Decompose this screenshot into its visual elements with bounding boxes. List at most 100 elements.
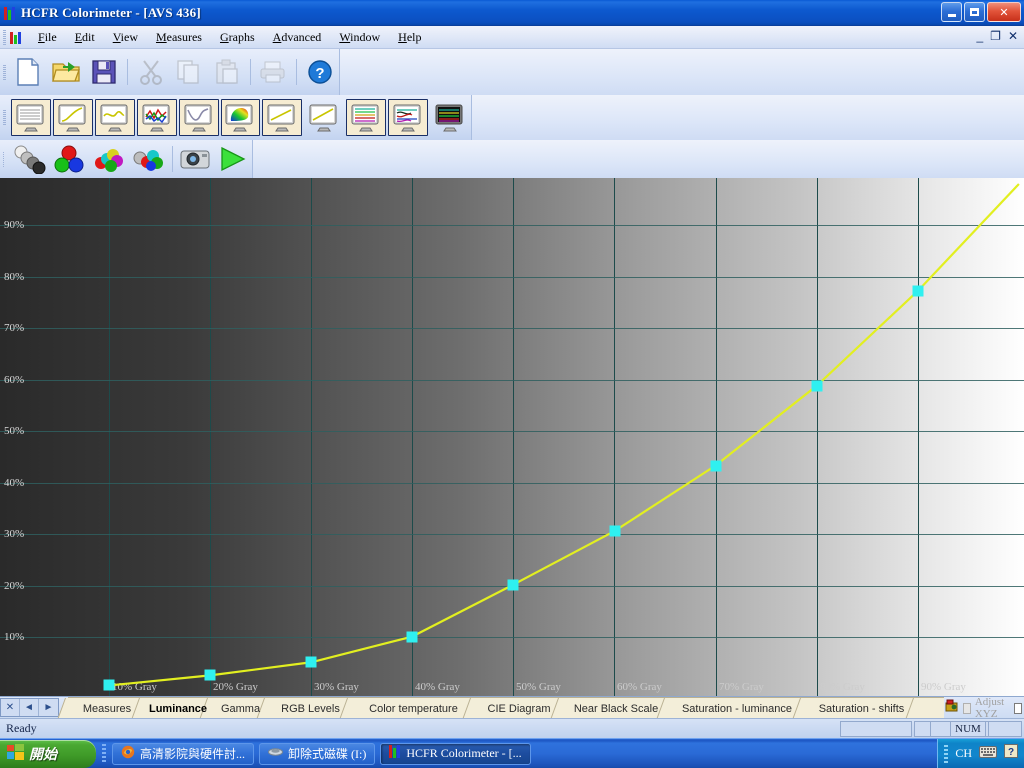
data-point-marker[interactable] bbox=[305, 656, 317, 668]
tab-saturation-shifts[interactable]: Saturation - shifts bbox=[803, 697, 916, 719]
graph-gamma-icon[interactable] bbox=[94, 99, 135, 136]
menu-grip[interactable] bbox=[3, 29, 6, 45]
close-button[interactable]: ✕ bbox=[987, 2, 1021, 22]
luminance-chart[interactable]: 90% 80% 70% 60% 50% 40% 30% 20% 10% 10% … bbox=[0, 178, 1024, 696]
keyboard-icon[interactable] bbox=[979, 745, 997, 763]
standard-toolbar: ? bbox=[0, 49, 1024, 95]
taskbar-item-hcfr[interactable]: HCFR Colorimeter - [... bbox=[380, 742, 531, 765]
window-controls: ✕ bbox=[941, 2, 1021, 22]
graphs-toolbar bbox=[0, 95, 1024, 140]
secondary-colors-icon[interactable] bbox=[90, 140, 126, 178]
menu-item-advanced[interactable]: Advanced bbox=[264, 28, 331, 47]
graph-saturation-luminance-icon[interactable] bbox=[304, 99, 344, 136]
start-button[interactable]: 開始 bbox=[0, 740, 96, 768]
reference-checkbox[interactable] bbox=[1014, 702, 1023, 714]
tab-label: CIE Diagram bbox=[487, 702, 551, 715]
sensor-icon[interactable] bbox=[944, 699, 959, 718]
graph-cie-diagram-icon[interactable] bbox=[220, 99, 261, 136]
help-icon[interactable]: ? bbox=[1004, 744, 1018, 763]
new-document-icon[interactable] bbox=[12, 53, 46, 91]
tab-color-temperature[interactable]: Color temperature bbox=[350, 697, 473, 719]
saturation-sweep-icon[interactable] bbox=[130, 140, 166, 178]
save-floppy-icon[interactable] bbox=[87, 53, 121, 91]
menu-label-graphs: raphs bbox=[228, 29, 255, 44]
mdi-minimize-button[interactable]: _ bbox=[976, 29, 983, 43]
menu-item-window[interactable]: Window bbox=[330, 28, 389, 47]
menu-bar: File Edit View Measures Graphs Advanced … bbox=[0, 26, 1024, 49]
camera-capture-icon[interactable] bbox=[178, 140, 212, 178]
primary-colors-icon[interactable] bbox=[52, 140, 86, 178]
window-title: HCFR Colorimeter - [AVS 436] bbox=[21, 4, 201, 20]
data-point-marker[interactable] bbox=[811, 380, 823, 392]
tab-prev-button[interactable]: ◄ bbox=[20, 699, 39, 716]
menu-item-file[interactable]: File bbox=[29, 28, 66, 47]
tab-measures[interactable]: Measures bbox=[68, 697, 142, 719]
menu-item-graphs[interactable]: Graphs bbox=[211, 28, 264, 47]
help-question-icon[interactable]: ? bbox=[303, 53, 337, 91]
measures-toolbar-grip[interactable] bbox=[3, 151, 4, 167]
graph-color-temperature-icon[interactable] bbox=[178, 99, 219, 136]
menu-item-help[interactable]: Help bbox=[389, 28, 430, 47]
tab-cie-diagram[interactable]: CIE Diagram bbox=[473, 697, 561, 719]
graph-tab-strip: ✕ ◄ ► Measures Luminance Gamma RGB Levels Co… bbox=[0, 696, 1024, 720]
open-folder-icon[interactable] bbox=[49, 53, 83, 91]
tab-saturation-luminance[interactable]: Saturation - luminance bbox=[667, 697, 803, 719]
graph-saturation-shifts-icon[interactable] bbox=[346, 99, 387, 136]
tab-label: Saturation - luminance bbox=[681, 702, 793, 715]
tab-near-black-scale[interactable]: Near Black Scale bbox=[561, 697, 667, 719]
tab-strip-end bbox=[916, 697, 944, 719]
data-point-marker[interactable] bbox=[507, 579, 519, 591]
data-point-marker[interactable] bbox=[103, 679, 115, 691]
standard-toolbar-grip[interactable] bbox=[3, 64, 6, 80]
grayscale-measure-icon[interactable] bbox=[10, 140, 48, 178]
menu-item-view[interactable]: View bbox=[104, 28, 147, 47]
graph-rgb-levels-icon[interactable] bbox=[136, 99, 177, 136]
menu-label-window: indow bbox=[350, 29, 381, 44]
maximize-button[interactable] bbox=[964, 2, 985, 22]
mdi-restore-button[interactable]: ❐ bbox=[990, 29, 1001, 43]
data-point-marker[interactable] bbox=[609, 525, 620, 537]
run-play-icon[interactable] bbox=[216, 140, 250, 178]
taskbar-item-removable-disk[interactable]: 卸除式磁碟 (I:) bbox=[259, 742, 376, 765]
toolbar-separator bbox=[127, 59, 128, 85]
menu-item-edit[interactable]: Edit bbox=[66, 28, 104, 47]
graph-multi-curves-icon[interactable] bbox=[388, 99, 429, 136]
mdi-child-controls: _ ❐ ✕ bbox=[976, 29, 1018, 43]
taskbar-grip[interactable] bbox=[102, 743, 106, 764]
tray-language-indicator[interactable]: CH bbox=[955, 746, 972, 761]
taskbar-item-label: 高清影院與硬件討... bbox=[140, 747, 246, 761]
luminance-curve bbox=[108, 183, 1020, 687]
tab-next-button[interactable]: ► bbox=[39, 699, 58, 716]
toolbar-separator bbox=[249, 59, 251, 85]
mdi-close-button[interactable]: ✕ bbox=[1008, 29, 1018, 43]
adjust-xyz-label: Adjust XYZ bbox=[974, 696, 1005, 720]
menu-item-measures[interactable]: Measures bbox=[147, 28, 211, 47]
title-bar: HCFR Colorimeter - [AVS 436] ✕ bbox=[0, 0, 1024, 26]
data-point-marker[interactable] bbox=[204, 669, 216, 681]
taskbar-item-browser[interactable]: 高清影院與硬件討... bbox=[112, 742, 255, 765]
tray-grip[interactable] bbox=[944, 744, 949, 763]
application-window: HCFR Colorimeter - [AVS 436] ✕ File Edit… bbox=[0, 0, 1024, 768]
status-pane-5 bbox=[988, 721, 1022, 737]
graph-near-black-scale-icon[interactable] bbox=[262, 99, 303, 136]
graph-luminance-icon[interactable] bbox=[52, 99, 93, 136]
taskbar-item-label: 卸除式磁碟 (I:) bbox=[288, 747, 367, 761]
tab-close-button[interactable]: ✕ bbox=[1, 699, 20, 716]
hcfr-rgb-bars-icon bbox=[4, 6, 16, 20]
tab-label: RGB Levels bbox=[281, 702, 340, 715]
cut-scissors-icon bbox=[134, 53, 168, 91]
menu-label-help: elp bbox=[406, 29, 422, 44]
graph-dark-panel-icon[interactable] bbox=[430, 99, 470, 136]
tab-label: Gamma bbox=[220, 702, 261, 715]
adjust-xyz-checkbox bbox=[963, 702, 971, 714]
status-message: Ready bbox=[6, 721, 37, 735]
tab-label: Luminance bbox=[148, 702, 208, 715]
graphs-toolbar-grip[interactable] bbox=[3, 110, 6, 125]
minimize-button[interactable] bbox=[941, 2, 962, 22]
data-point-marker[interactable] bbox=[912, 285, 924, 297]
data-point-marker[interactable] bbox=[710, 460, 722, 471]
tab-rgb-levels[interactable]: RGB Levels bbox=[267, 697, 350, 719]
tab-label: Color temperature bbox=[369, 702, 458, 715]
data-point-marker[interactable] bbox=[406, 631, 418, 643]
graph-measures-table-icon[interactable] bbox=[11, 99, 51, 136]
